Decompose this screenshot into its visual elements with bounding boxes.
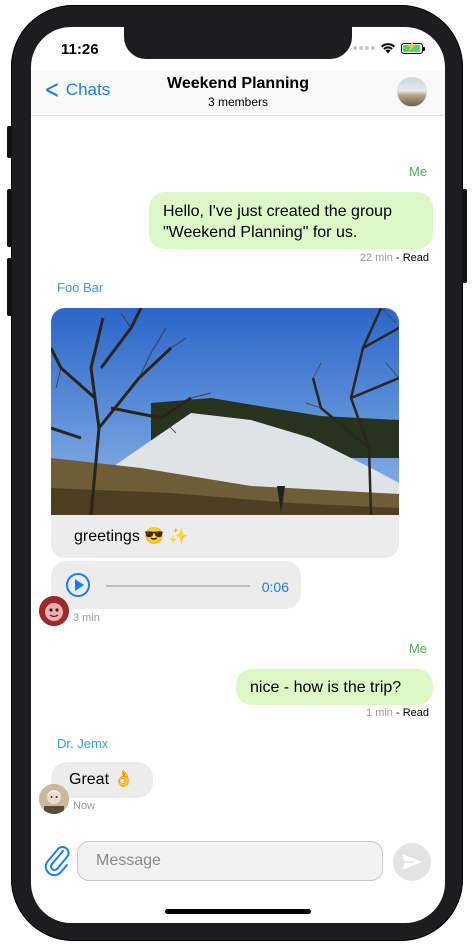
silent-switch [7,126,12,158]
cellular-signal-icon [353,46,375,50]
message-time: Now [73,800,96,812]
message-list[interactable]: Me Hello, I've just created the group "W… [31,116,445,816]
photo-caption-bubble[interactable]: greetings 😎 ✨ [51,515,399,558]
power-button [462,189,467,283]
voice-message-bubble[interactable]: 0:06 [51,561,301,609]
message-text-line: Hello, I've just created the group [163,203,392,220]
send-icon [402,854,422,870]
paperclip-icon[interactable] [43,843,71,877]
message-bubble[interactable]: nice - how is the trip? [236,669,433,705]
message-meta: 1 min - Read [366,707,429,719]
message-text-line: "Weekend Planning" for us. [163,224,358,241]
audio-duration: 0:06 [261,579,289,595]
message-time: 3 min [73,612,100,624]
read-status: - Read [392,252,429,264]
message-text: Great 👌 [69,771,134,788]
battery-icon: ⚡ [401,41,425,54]
message-time: 22 min [359,252,393,264]
chat-title: Weekend Planning [167,75,309,92]
avatar-foo-bar[interactable] [39,596,69,626]
caption-text: greetings 😎 ✨ [74,528,189,545]
avatar-dr-jemx[interactable] [39,784,69,814]
navigation-bar: < Chats Weekend Planning 3 members [31,71,445,116]
volume-up-button [7,189,12,247]
message-meta: 22 min - Read [360,252,429,264]
message-photo[interactable] [51,308,399,515]
message-text: nice - how is the trip? [250,679,402,696]
volume-down-button [7,258,12,316]
screen: 11:26 ⚡ < Chats Weekend Planning 3 membe… [31,27,445,923]
composer-bar [31,827,445,897]
sender-name: Foo Bar [57,280,104,295]
chat-subtitle: 3 members [207,95,269,109]
sender-name: Me [409,164,428,179]
play-button[interactable] [66,573,90,597]
message-input[interactable] [77,841,383,881]
foo-bar-avatar-icon [39,596,69,626]
group-avatar[interactable] [397,77,427,107]
sender-name: Me [409,641,428,656]
home-indicator[interactable] [165,909,311,914]
message-time: 1 min [366,707,393,719]
dr-jemx-avatar-icon [39,784,69,814]
sender-name: Dr. Jemx [57,736,109,751]
message-bubble[interactable]: Hello, I've just created the group "Week… [149,192,433,249]
read-status: - Read [392,707,429,719]
notch [124,27,352,59]
status-time: 11:26 [61,41,99,58]
wifi-icon [381,43,395,54]
landscape-image [51,308,399,515]
audio-progress-track[interactable] [106,585,250,587]
status-icons: ⚡ [353,41,425,54]
send-button[interactable] [393,843,431,881]
